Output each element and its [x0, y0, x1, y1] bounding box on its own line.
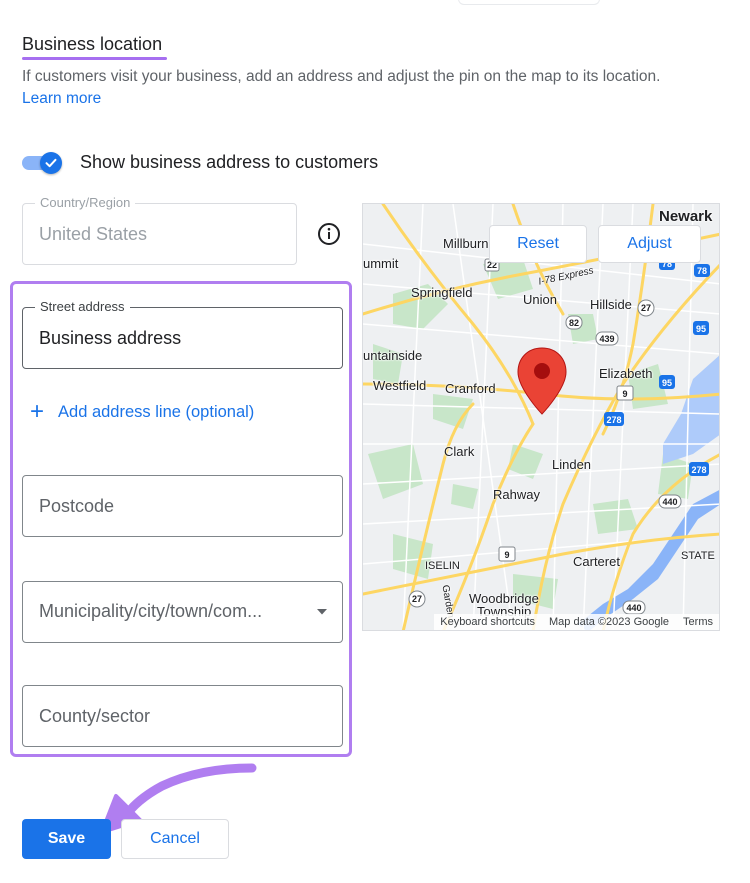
street-address-field[interactable]: Street address Business address: [22, 299, 343, 369]
map-place-springfield: Springfield: [411, 285, 473, 300]
country-region-field[interactable]: Country/Region United States: [22, 195, 297, 265]
map-footer: Keyboard shortcuts Map data ©2023 Google…: [434, 614, 719, 630]
map-place-carteret: Carteret: [573, 554, 620, 569]
top-card-edge: [458, 0, 600, 5]
map-place-westfield: Westfield: [373, 378, 427, 393]
map-data-attribution: Map data ©2023 Google: [549, 616, 670, 628]
check-icon: [45, 158, 57, 168]
svg-text:27: 27: [412, 594, 422, 604]
map-place-newark: Newark: [659, 208, 713, 225]
svg-text:78: 78: [697, 266, 707, 276]
svg-text:9: 9: [504, 550, 509, 560]
svg-text:278: 278: [606, 415, 621, 425]
title-underline: [22, 57, 167, 60]
dropdown-arrow-icon: [317, 609, 327, 615]
map-place-summit: ummit: [363, 256, 399, 271]
map-place-linden: Linden: [552, 457, 592, 472]
add-address-line-button[interactable]: + Add address line (optional): [30, 400, 254, 424]
municipality-placeholder: Municipality/city/town/com...: [39, 601, 263, 621]
svg-text:95: 95: [662, 378, 672, 388]
municipality-dropdown[interactable]: Municipality/city/town/com...: [22, 581, 343, 643]
map-reset-button[interactable]: Reset: [489, 225, 587, 263]
svg-text:95: 95: [696, 324, 706, 334]
map-tiles: 78 78 22 27 439 82 95 9 278 95 278 440 9…: [363, 204, 719, 630]
map-place-union: Union: [523, 292, 557, 307]
keyboard-shortcuts-link[interactable]: Keyboard shortcuts: [440, 616, 535, 628]
map-place-millburn: Millburn: [443, 236, 489, 251]
svg-text:440: 440: [662, 497, 677, 507]
section-description: If customers visit your business, add an…: [22, 68, 661, 85]
country-region-value: United States: [39, 223, 148, 244]
svg-text:440: 440: [626, 603, 641, 613]
learn-more-link[interactable]: Learn more: [22, 88, 101, 110]
map-place-rahway: Rahway: [493, 487, 540, 502]
map-place-iselin: ISELIN: [425, 560, 460, 572]
info-icon[interactable]: [317, 222, 341, 246]
plus-icon: +: [30, 398, 45, 425]
show-address-toggle[interactable]: [22, 152, 64, 174]
add-address-line-label: Add address line (optional): [58, 402, 255, 421]
county-sector-field[interactable]: County/sector: [22, 685, 343, 747]
location-map[interactable]: 78 78 22 27 439 82 95 9 278 95 278 440 9…: [362, 203, 720, 631]
map-place-mountainside: untainside: [363, 348, 423, 363]
terms-link[interactable]: Terms: [683, 616, 713, 628]
map-place-elizabeth: Elizabeth: [599, 366, 653, 381]
postcode-field[interactable]: Postcode: [22, 475, 343, 537]
svg-text:278: 278: [691, 465, 706, 475]
map-place-cranford: Cranford: [445, 381, 496, 396]
toggle-label: Show business address to customers: [80, 152, 379, 172]
map-place-clark: Clark: [444, 444, 475, 459]
county-sector-placeholder: County/sector: [39, 705, 151, 726]
street-address-value: Business address: [39, 327, 182, 348]
svg-text:9: 9: [622, 389, 627, 399]
map-place-hillside: Hillside: [590, 297, 632, 312]
svg-text:27: 27: [641, 303, 651, 313]
map-adjust-button[interactable]: Adjust: [598, 225, 701, 263]
postcode-placeholder: Postcode: [39, 495, 115, 516]
toggle-thumb: [40, 152, 62, 174]
map-place-state: STATE: [681, 550, 715, 562]
section-title: Business location: [22, 34, 163, 54]
save-button[interactable]: Save: [22, 819, 111, 859]
cancel-button[interactable]: Cancel: [121, 819, 229, 859]
svg-text:439: 439: [599, 334, 614, 344]
svg-text:82: 82: [569, 318, 579, 328]
